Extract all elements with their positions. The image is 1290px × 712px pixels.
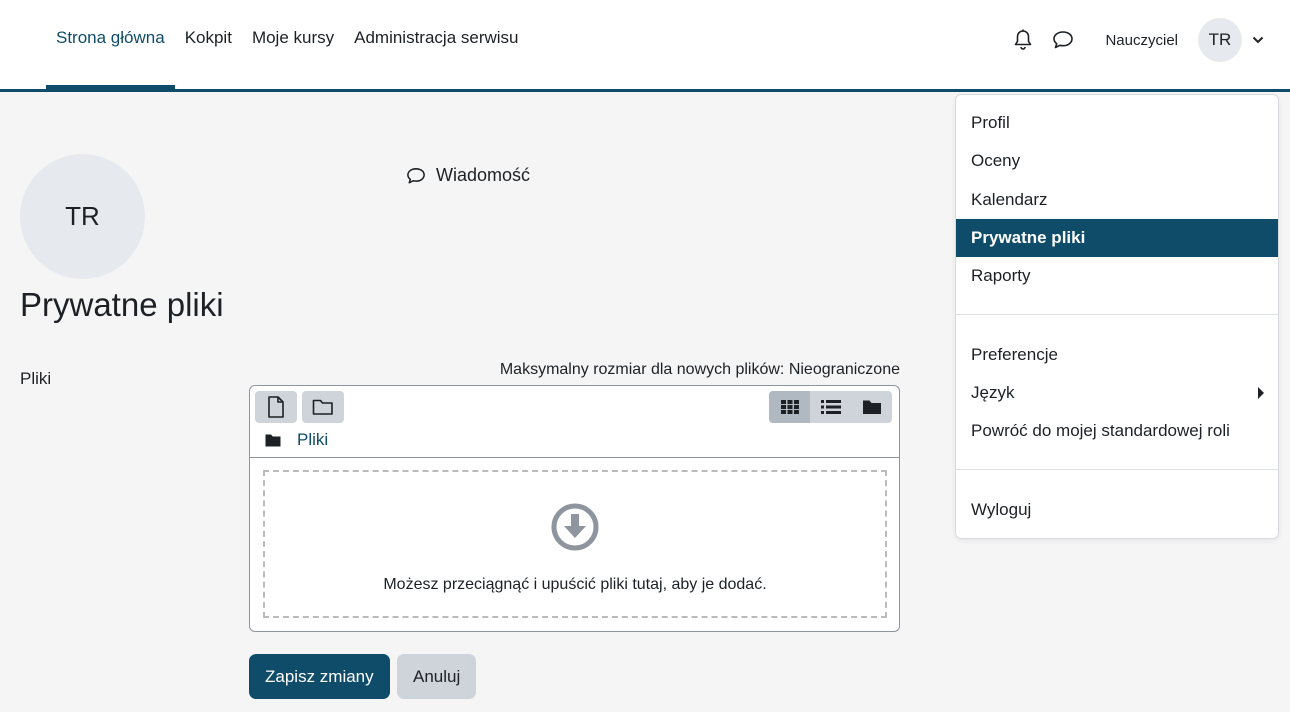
send-message-link[interactable]: Wiadomość bbox=[406, 165, 530, 186]
nav-link-site-admin[interactable]: Administracja serwisu bbox=[344, 0, 528, 89]
cancel-button[interactable]: Anuluj bbox=[397, 654, 477, 699]
save-changes-button[interactable]: Zapisz zmiany bbox=[249, 654, 390, 699]
top-navbar: Strona główna Kokpit Moje kursy Administ… bbox=[0, 0, 1290, 92]
menu-item-language[interactable]: Język bbox=[956, 374, 1278, 412]
nav-link-home[interactable]: Strona główna bbox=[46, 0, 175, 89]
primary-navigation: Strona główna Kokpit Moje kursy Administ… bbox=[46, 0, 529, 89]
user-navigation: Nauczyciel TR bbox=[999, 18, 1266, 62]
menu-item-return-to-role[interactable]: Powróć do mojej standardowej roli bbox=[956, 412, 1278, 450]
menu-item-grades[interactable]: Oceny bbox=[956, 142, 1278, 180]
divider bbox=[250, 457, 899, 458]
file-manager: Pliki Możesz przeciągnąć i upuścić pliki… bbox=[249, 385, 900, 632]
breadcrumb-root-link[interactable]: Pliki bbox=[297, 430, 328, 450]
user-menu-avatar[interactable]: TR bbox=[1198, 18, 1242, 62]
download-arrow-circle-icon bbox=[551, 503, 599, 551]
send-message-label: Wiadomość bbox=[436, 165, 531, 185]
grid-view-icon[interactable] bbox=[769, 391, 810, 423]
folder-outline-icon bbox=[312, 399, 333, 415]
add-file-button[interactable] bbox=[255, 391, 297, 423]
view-mode-toggle bbox=[769, 391, 892, 423]
caret-right-icon bbox=[1258, 387, 1264, 399]
profile-avatar: TR bbox=[20, 154, 145, 279]
menu-item-calendar[interactable]: Kalendarz bbox=[956, 181, 1278, 219]
speech-bubble-icon bbox=[407, 167, 425, 184]
file-icon bbox=[268, 396, 284, 418]
menu-item-preferences[interactable]: Preferencje bbox=[956, 336, 1278, 374]
messages-speech-bubble-icon[interactable] bbox=[1047, 24, 1079, 56]
files-field-label: Pliki bbox=[20, 369, 52, 388]
notifications-bell-icon[interactable] bbox=[1007, 24, 1039, 56]
nav-link-dashboard[interactable]: Kokpit bbox=[175, 0, 242, 89]
file-drop-zone[interactable]: Możesz przeciągnąć i upuścić pliki tutaj… bbox=[263, 470, 887, 618]
folder-icon bbox=[265, 434, 281, 446]
drop-zone-hint: Możesz przeciągnąć i upuścić pliki tutaj… bbox=[383, 576, 767, 593]
menu-item-reports[interactable]: Raporty bbox=[956, 257, 1278, 295]
file-manager-toolbar bbox=[255, 391, 349, 423]
menu-item-private-files[interactable]: Prywatne pliki bbox=[956, 219, 1278, 257]
tree-view-folder-icon[interactable] bbox=[851, 391, 892, 423]
user-menu-dropdown: Profil Oceny Kalendarz Prywatne pliki Ra… bbox=[955, 94, 1279, 539]
page-title: Prywatne pliki bbox=[20, 286, 224, 323]
list-view-icon[interactable] bbox=[810, 391, 851, 423]
menu-divider bbox=[956, 314, 1278, 315]
menu-item-language-label: Język bbox=[971, 383, 1015, 402]
menu-item-profile[interactable]: Profil bbox=[956, 104, 1278, 142]
chevron-down-icon[interactable] bbox=[1250, 32, 1266, 48]
breadcrumb: Pliki bbox=[265, 430, 328, 450]
nav-link-my-courses[interactable]: Moje kursy bbox=[242, 0, 344, 89]
user-name: Nauczyciel bbox=[1105, 31, 1178, 49]
menu-item-logout[interactable]: Wyloguj bbox=[956, 491, 1278, 529]
create-folder-button[interactable] bbox=[302, 391, 344, 423]
max-file-size-info: Maksymalny rozmiar dla nowych plików: Ni… bbox=[499, 361, 900, 378]
menu-divider bbox=[956, 469, 1278, 470]
